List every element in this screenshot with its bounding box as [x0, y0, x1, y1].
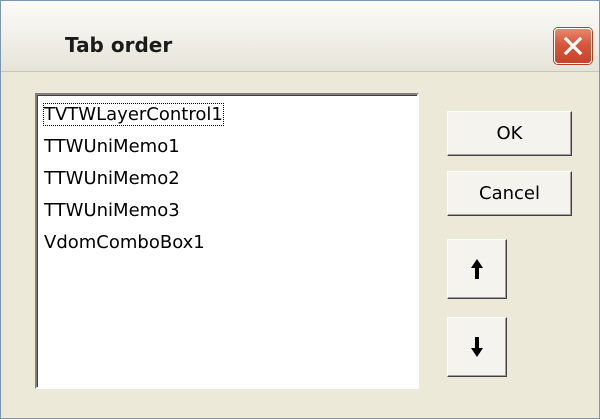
list-item-label: TVTWLayerControl1: [43, 103, 224, 126]
ok-button-label: OK: [496, 123, 523, 144]
title-bar[interactable]: Tab order: [1, 1, 599, 72]
close-button[interactable]: [554, 28, 592, 64]
list-item-label: TTWUniMemo1: [44, 136, 180, 157]
cancel-button-label: Cancel: [479, 183, 540, 204]
tab-order-listbox[interactable]: TVTWLayerControl1 TTWUniMemo1 TTWUniMemo…: [35, 93, 419, 389]
close-icon: [563, 36, 583, 56]
arrow-down-icon: [471, 337, 483, 357]
list-item-label: VdomComboBox1: [44, 232, 205, 253]
list-item[interactable]: VdomComboBox1: [41, 227, 417, 259]
dialog-title: Tab order: [65, 33, 173, 57]
list-item-label: TTWUniMemo3: [44, 200, 180, 221]
ok-button[interactable]: OK: [447, 111, 572, 156]
move-up-button[interactable]: [447, 239, 507, 299]
move-down-button[interactable]: [447, 317, 507, 377]
list-item[interactable]: TTWUniMemo2: [41, 163, 417, 195]
list-item[interactable]: TTWUniMemo1: [41, 131, 417, 163]
list-item-label: TTWUniMemo2: [44, 168, 180, 189]
tab-order-dialog: Tab order TVTWLayerControl1 TTWUniMemo1 …: [0, 0, 600, 419]
cancel-button[interactable]: Cancel: [447, 171, 572, 216]
list-item[interactable]: TTWUniMemo3: [41, 195, 417, 227]
list-item[interactable]: TVTWLayerControl1: [41, 99, 417, 131]
arrow-up-icon: [471, 259, 483, 279]
